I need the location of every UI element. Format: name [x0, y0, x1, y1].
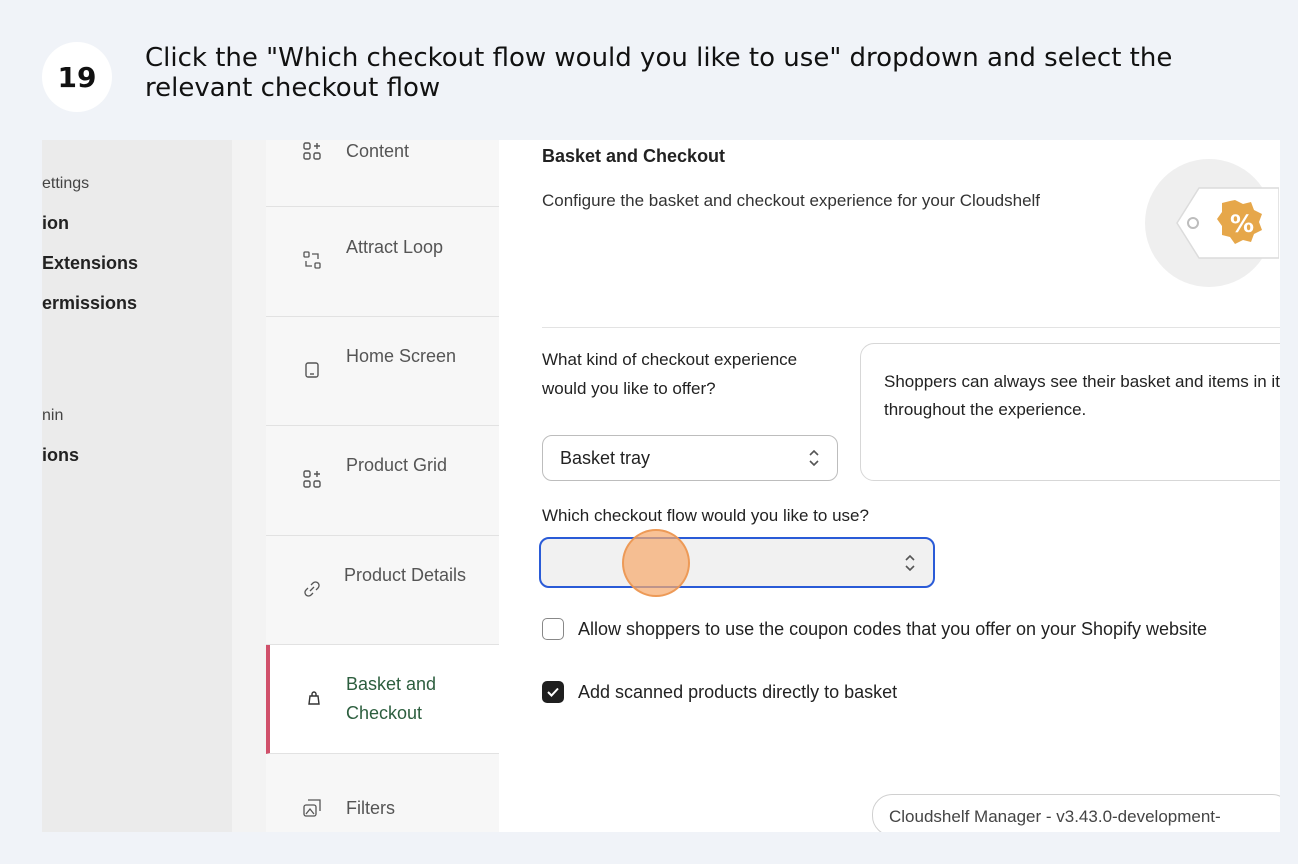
- filter-icon: [302, 798, 322, 818]
- step-instruction: Click the "Which checkout flow would you…: [145, 43, 1173, 103]
- coupon-codes-checkbox[interactable]: [542, 618, 564, 640]
- checkout-experience-label: What kind of checkout experience would y…: [542, 350, 798, 398]
- screenshot-frame: ettings ion Extensions ermissions nin io…: [42, 140, 1280, 832]
- bag-icon: [304, 688, 324, 708]
- click-indicator: [622, 529, 690, 597]
- coupon-codes-label: Allow shoppers to use the coupon codes t…: [578, 618, 1208, 639]
- sidebar-item-actions[interactable]: ions: [42, 445, 79, 466]
- grid-plus-icon: [302, 141, 322, 161]
- sidebar-item-settings[interactable]: ettings: [42, 175, 89, 193]
- tablet-icon: [302, 360, 322, 380]
- svg-text:%: %: [1230, 210, 1254, 238]
- section-item-product-details[interactable]: Product Details: [266, 536, 499, 645]
- loop-icon: [302, 250, 322, 270]
- page-description: Configure the basket and checkout experi…: [542, 191, 1041, 210]
- grid-plus-icon: [302, 469, 322, 489]
- scan-to-basket-label: Add scanned products directly to basket: [578, 681, 898, 702]
- chevron-updown-icon: [905, 554, 915, 572]
- checkout-experience-value: Basket tray: [560, 448, 651, 468]
- section-item-basket-and-checkout[interactable]: Basket and Checkout: [266, 645, 499, 754]
- section-label: Home Screen: [346, 346, 457, 366]
- section-item-content[interactable]: Content: [266, 140, 499, 207]
- section-item-home-screen[interactable]: Home Screen: [266, 317, 499, 426]
- checkout-flow-select[interactable]: [539, 537, 935, 588]
- step-number-badge: 19: [42, 42, 112, 112]
- section-item-product-grid[interactable]: Product Grid: [266, 426, 499, 536]
- sidebar-item-extensions[interactable]: Extensions: [42, 253, 138, 274]
- version-badge: Cloudshelf Manager - v3.43.0-development…: [872, 794, 1280, 832]
- page-title: Basket and Checkout: [542, 146, 726, 166]
- checkout-flow-label: Which checkout flow would you like to us…: [542, 506, 869, 525]
- coupon-codes-option[interactable]: Allow shoppers to use the coupon codes t…: [542, 618, 1207, 640]
- checkout-experience-select[interactable]: Basket tray: [542, 435, 838, 481]
- checkout-experience-info-text: Shoppers can always see their basket and…: [884, 372, 1280, 419]
- sidebar-gap: [232, 140, 266, 832]
- settings-main-panel: Basket and Checkout Configure the basket…: [499, 140, 1280, 832]
- version-text: Cloudshelf Manager - v3.43.0-development…: [889, 807, 1221, 826]
- section-list: Content Attract Loop Home Screen Product…: [266, 140, 499, 832]
- section-label: Product Details: [344, 565, 467, 585]
- section-label: Attract Loop: [346, 237, 444, 257]
- sidebar-item-integration[interactable]: ion: [42, 213, 69, 234]
- section-divider: [542, 327, 1280, 328]
- section-item-filters[interactable]: Filters: [266, 754, 499, 832]
- scan-to-basket-option[interactable]: Add scanned products directly to basket: [542, 681, 897, 703]
- link-icon: [302, 579, 322, 599]
- scan-to-basket-checkbox[interactable]: [542, 681, 564, 703]
- chevron-updown-icon: [809, 449, 819, 467]
- checkmark-icon: [547, 687, 559, 697]
- discount-tag-illustration: %: [1145, 159, 1279, 287]
- section-label: Filters: [346, 798, 395, 818]
- settings-sidebar: ettings ion Extensions ermissions nin io…: [42, 140, 232, 832]
- sidebar-item-admin[interactable]: nin: [42, 407, 63, 425]
- sidebar-item-permissions[interactable]: ermissions: [42, 293, 137, 314]
- section-label: Product Grid: [346, 455, 448, 475]
- section-item-attract-loop[interactable]: Attract Loop: [266, 207, 499, 317]
- section-label: Content: [346, 141, 410, 161]
- checkout-experience-info: Shoppers can always see their basket and…: [860, 343, 1280, 481]
- section-label: Basket and Checkout: [346, 674, 437, 723]
